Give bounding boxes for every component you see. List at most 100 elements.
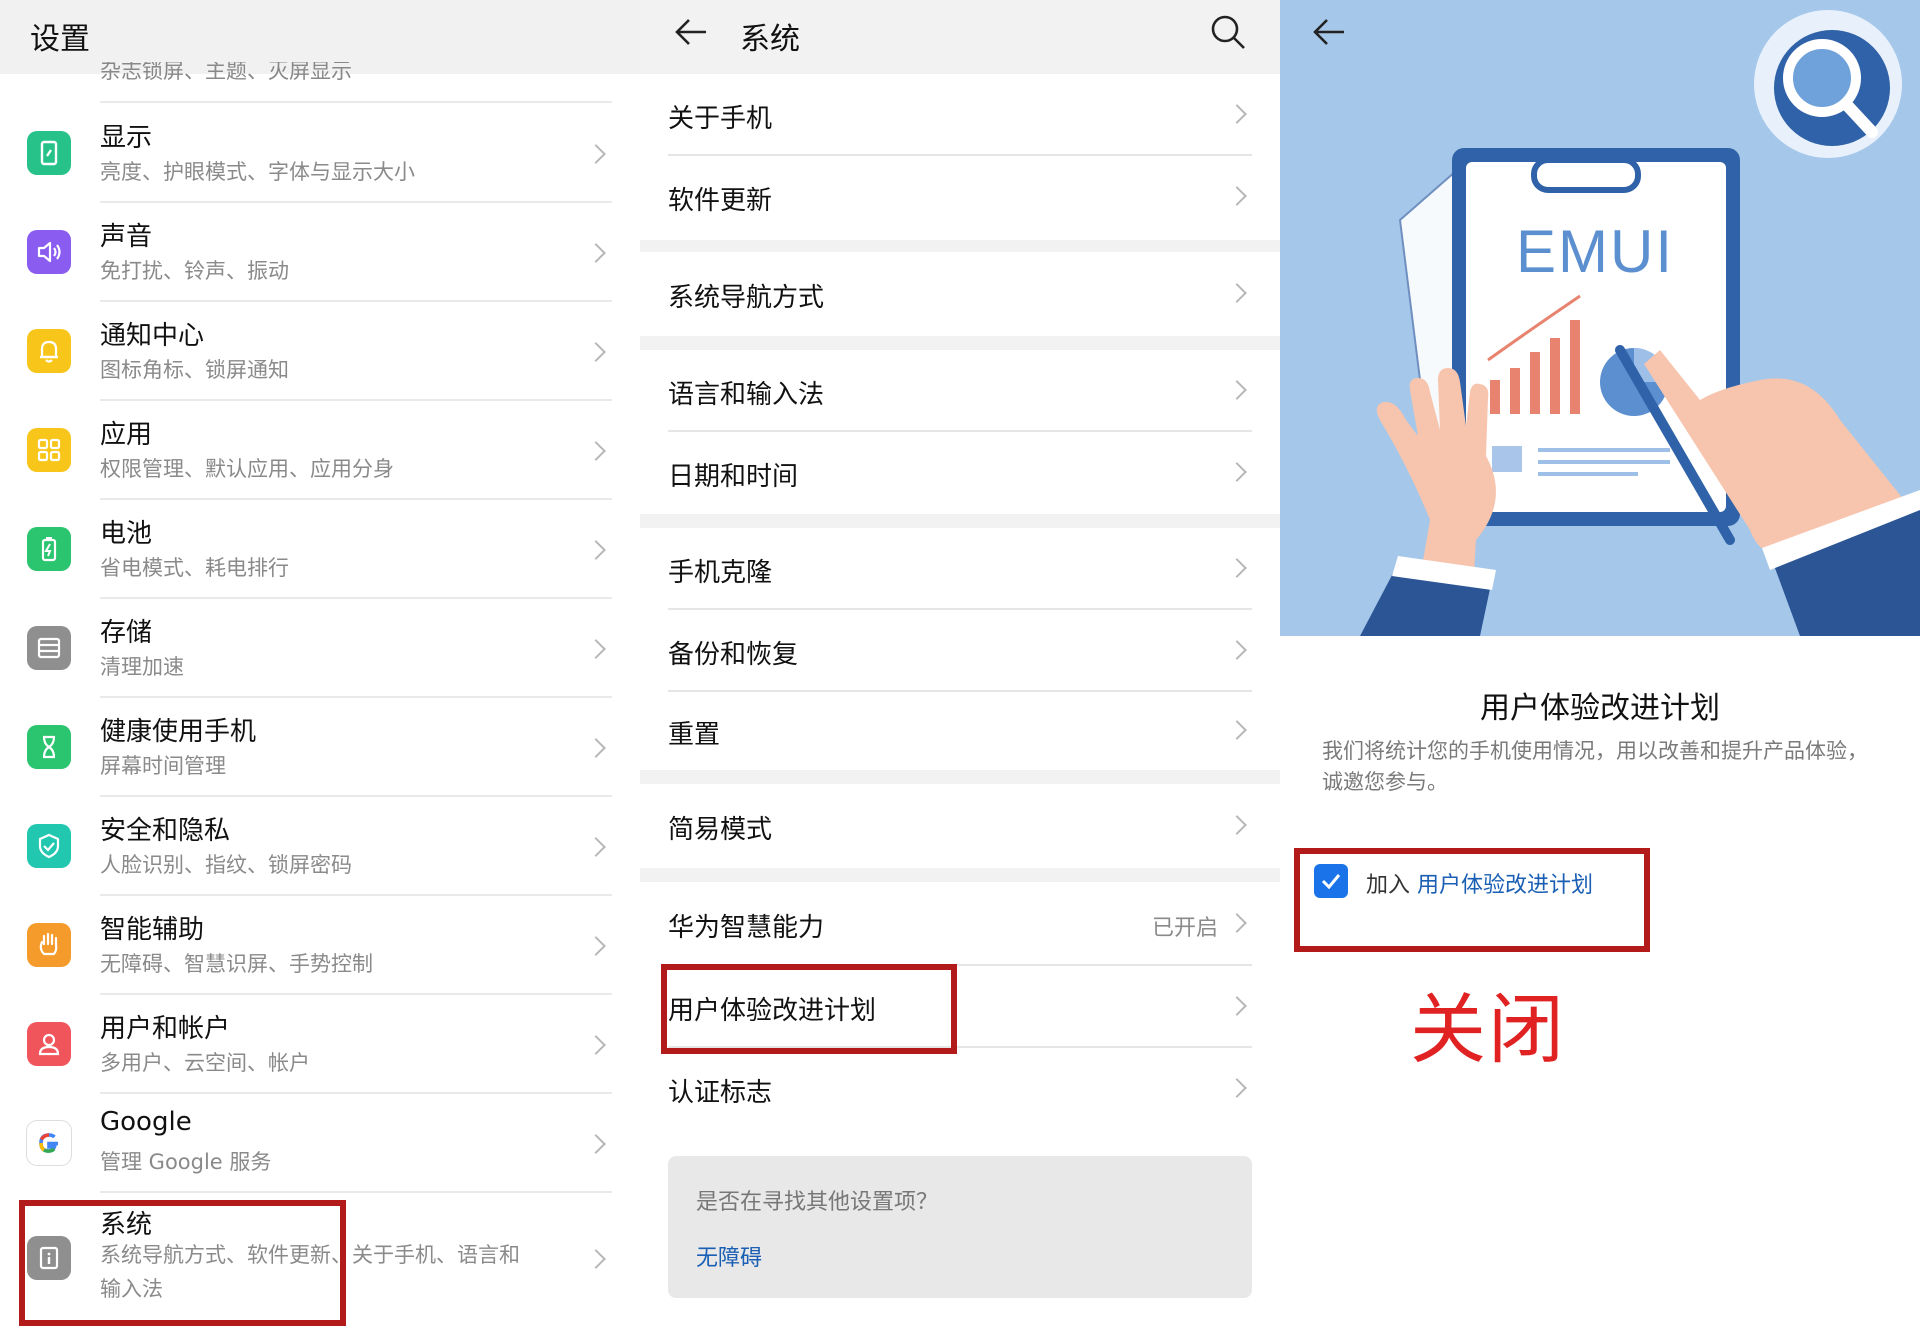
status-text: 已开启 bbox=[1151, 916, 1218, 941]
chevron-right-icon bbox=[586, 342, 606, 362]
chevron-right-icon bbox=[586, 936, 606, 956]
bell-icon bbox=[27, 329, 71, 373]
item-label: 系统导航方式 bbox=[668, 283, 825, 313]
chevron-right-icon bbox=[1227, 283, 1247, 303]
item-label: 备份和恢复 bbox=[668, 640, 799, 670]
system-item-reset[interactable]: 重置 bbox=[640, 692, 1280, 770]
system-header: 系统 bbox=[640, 0, 1280, 74]
item-subtitle: 图标角标、锁屏通知 bbox=[100, 358, 289, 382]
chevron-right-icon bbox=[1227, 558, 1247, 578]
settings-item-display[interactable]: 显示 亮度、护眼模式、字体与显示大小 bbox=[0, 103, 640, 202]
chart-bar bbox=[1510, 368, 1520, 414]
settings-item-security[interactable]: 安全和隐私 人脸识别、指纹、锁屏密码 bbox=[0, 796, 640, 895]
item-title: 应用 bbox=[100, 420, 153, 450]
system-item-certification[interactable]: 认证标志 bbox=[640, 1048, 1280, 1128]
back-arrow-icon[interactable] bbox=[674, 17, 708, 47]
chevron-right-icon bbox=[586, 441, 606, 461]
system-item-backup-restore[interactable]: 备份和恢复 bbox=[640, 610, 1280, 690]
item-title: 通知中心 bbox=[100, 321, 205, 351]
chart-bar bbox=[1570, 320, 1580, 414]
highlight-box-system bbox=[19, 1200, 346, 1326]
user-icon bbox=[27, 1022, 71, 1066]
settings-item-storage[interactable]: 存储 清理加速 bbox=[0, 598, 640, 697]
item-label: 语言和输入法 bbox=[668, 380, 825, 410]
system-item-about-phone[interactable]: 关于手机 bbox=[640, 74, 1280, 155]
settings-item-notifications[interactable]: 通知中心 图标角标、锁屏通知 bbox=[0, 301, 640, 400]
item-title: 安全和隐私 bbox=[100, 816, 231, 846]
item-subtitle: 亮度、护眼模式、字体与显示大小 bbox=[100, 160, 415, 184]
item-title: 用户和帐户 bbox=[100, 1014, 231, 1044]
settings-item-apps[interactable]: 应用 权限管理、默认应用、应用分身 bbox=[0, 400, 640, 499]
item-subtitle: 省电模式、耗电排行 bbox=[100, 556, 289, 580]
chevron-right-icon bbox=[586, 1035, 606, 1055]
google-icon bbox=[27, 1121, 71, 1165]
system-panel: 系统 关于手机 软件更新 系统导航方式 语言和输入法 日期和时间 手机克隆 备份… bbox=[640, 0, 1280, 1326]
item-subtitle: 权限管理、默认应用、应用分身 bbox=[100, 457, 394, 481]
system-item-language-input[interactable]: 语言和输入法 bbox=[640, 350, 1280, 430]
system-title: 系统 bbox=[740, 22, 800, 57]
highlight-box-join bbox=[1294, 848, 1650, 952]
system-item-huawei-ai[interactable]: 华为智慧能力 已开启 bbox=[640, 882, 1280, 964]
suggestion-question: 是否在寻找其他设置项？ bbox=[696, 1190, 939, 1215]
cutoff-subtitle: 杂志锁屏、主题、灭屏显示 bbox=[100, 62, 352, 83]
suggestion-card: 是否在寻找其他设置项？ 无障碍 bbox=[668, 1156, 1252, 1298]
chevron-right-icon bbox=[1227, 186, 1247, 206]
chevron-right-icon bbox=[586, 837, 606, 857]
system-item-date-time[interactable]: 日期和时间 bbox=[640, 432, 1280, 514]
chevron-right-icon bbox=[586, 639, 606, 659]
sound-icon bbox=[27, 230, 71, 274]
item-subtitle: 屏幕时间管理 bbox=[100, 754, 226, 778]
item-subtitle: 管理 Google 服务 bbox=[100, 1150, 272, 1174]
battery-icon bbox=[27, 527, 71, 571]
hourglass-icon bbox=[27, 725, 71, 769]
ux-plan-title: 用户体验改进计划 bbox=[1480, 691, 1720, 726]
annotation-close-label: 关闭 bbox=[1410, 985, 1566, 1074]
item-title: 健康使用手机 bbox=[100, 717, 257, 747]
apps-icon bbox=[27, 428, 71, 472]
item-title: Google bbox=[100, 1107, 192, 1137]
search-icon[interactable] bbox=[1210, 14, 1246, 50]
item-label: 简易模式 bbox=[668, 815, 773, 845]
chevron-right-icon bbox=[1227, 640, 1247, 660]
chevron-right-icon bbox=[1227, 380, 1247, 400]
storage-icon bbox=[27, 626, 71, 670]
item-title: 存储 bbox=[100, 618, 153, 648]
settings-item-smart-assistance[interactable]: 智能辅助 无障碍、智慧识屏、手势控制 bbox=[0, 895, 640, 994]
chevron-right-icon bbox=[1227, 913, 1247, 933]
emui-logo: EMUI bbox=[1516, 218, 1674, 285]
accessibility-link[interactable]: 无障碍 bbox=[696, 1240, 762, 1272]
legend-square bbox=[1492, 446, 1522, 472]
item-title: 显示 bbox=[100, 123, 153, 153]
system-item-navigation[interactable]: 系统导航方式 bbox=[640, 252, 1280, 336]
ux-plan-illustration: EMUI bbox=[1280, 0, 1920, 636]
system-item-simple-mode[interactable]: 简易模式 bbox=[640, 784, 1280, 868]
item-label: 认证标志 bbox=[668, 1078, 773, 1108]
settings-item-battery[interactable]: 电池 省电模式、耗电排行 bbox=[0, 499, 640, 598]
chevron-right-icon bbox=[1227, 462, 1247, 482]
ux-plan-panel: EMUI 用户体验改进计划 我们将统计您的手机使用情况，用以改善和提升产品体验，… bbox=[1280, 0, 1920, 1326]
hand-icon bbox=[27, 923, 71, 967]
item-label: 手机克隆 bbox=[668, 558, 773, 588]
item-subtitle: 清理加速 bbox=[100, 655, 184, 679]
chevron-right-icon bbox=[1227, 720, 1247, 740]
chevron-right-icon bbox=[1227, 996, 1247, 1016]
highlight-box-ux-plan bbox=[661, 964, 957, 1054]
system-item-phone-clone[interactable]: 手机克隆 bbox=[640, 528, 1280, 608]
settings-title: 设置 bbox=[30, 22, 90, 57]
chevron-right-icon bbox=[1227, 1078, 1247, 1098]
settings-item-google[interactable]: Google 管理 Google 服务 bbox=[0, 1093, 640, 1192]
shield-icon bbox=[27, 824, 71, 868]
back-arrow-icon[interactable] bbox=[1312, 17, 1346, 47]
settings-item-sound[interactable]: 声音 免打扰、铃声、振动 bbox=[0, 202, 640, 301]
settings-item-digital-balance[interactable]: 健康使用手机 屏幕时间管理 bbox=[0, 697, 640, 796]
item-subtitle: 人脸识别、指纹、锁屏密码 bbox=[100, 853, 352, 877]
chevron-right-icon bbox=[586, 540, 606, 560]
system-item-software-update[interactable]: 软件更新 bbox=[640, 156, 1280, 238]
item-label: 日期和时间 bbox=[668, 462, 799, 492]
item-title: 电池 bbox=[100, 519, 153, 549]
item-title: 智能辅助 bbox=[100, 915, 205, 945]
settings-item-users[interactable]: 用户和帐户 多用户、云空间、帐户 bbox=[0, 994, 640, 1093]
item-subtitle: 多用户、云空间、帐户 bbox=[100, 1051, 310, 1075]
item-label: 软件更新 bbox=[668, 186, 773, 216]
item-subtitle: 无障碍、智慧识屏、手势控制 bbox=[100, 952, 373, 976]
